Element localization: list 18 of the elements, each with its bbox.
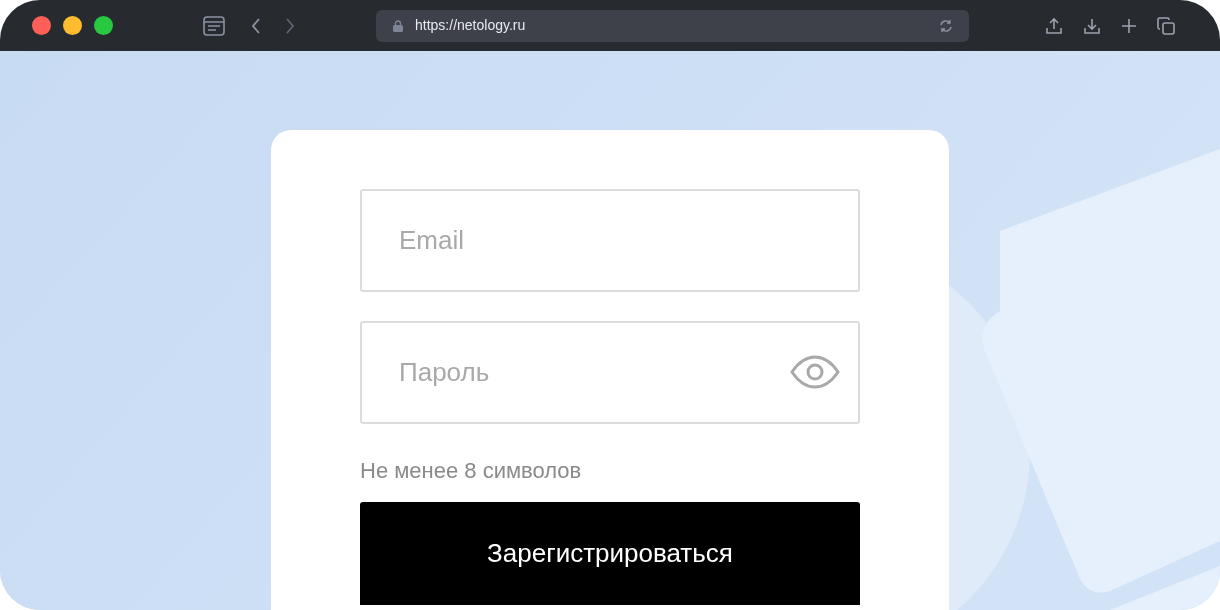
sidebar-icon[interactable]: [203, 15, 225, 36]
share-icon[interactable]: [1045, 16, 1063, 35]
forward-icon[interactable]: [285, 17, 295, 34]
reload-icon[interactable]: [939, 18, 953, 33]
minimize-window-button[interactable]: [63, 16, 82, 35]
back-icon[interactable]: [251, 17, 261, 34]
password-hint: Не менее 8 символов: [360, 457, 583, 485]
email-field[interactable]: Email: [360, 189, 860, 292]
close-window-button[interactable]: [32, 16, 51, 35]
zoom-window-button[interactable]: [94, 16, 113, 35]
new-tab-icon[interactable]: [1121, 17, 1137, 34]
tabs-overview-icon[interactable]: [1157, 16, 1175, 35]
address-bar[interactable]: https://netology.ru: [376, 9, 969, 42]
download-icon[interactable]: [1083, 16, 1101, 35]
register-button[interactable]: Зарегистрироваться: [360, 502, 860, 605]
password-field[interactable]: Пароль: [360, 321, 860, 424]
lock-icon: [393, 19, 403, 32]
url-text: https://netology.ru: [415, 16, 526, 35]
